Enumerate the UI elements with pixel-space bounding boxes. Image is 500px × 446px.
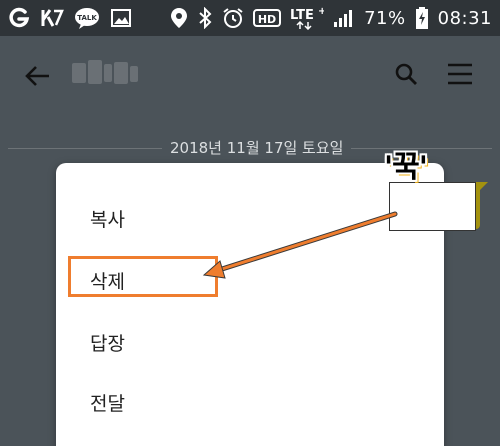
chat-title-blurred bbox=[72, 60, 140, 86]
chat-bubble-tail bbox=[476, 182, 488, 194]
delete-highlight-box bbox=[68, 256, 218, 297]
location-icon bbox=[170, 7, 188, 29]
back-button[interactable] bbox=[20, 58, 56, 94]
search-icon bbox=[395, 63, 417, 85]
press-callout-text: '꾹' bbox=[384, 150, 428, 185]
signal-icon bbox=[333, 8, 355, 28]
menu-item-copy[interactable]: 복사 bbox=[56, 187, 444, 249]
status-time: 08:31 bbox=[437, 7, 492, 29]
bluetooth-icon bbox=[197, 7, 213, 29]
menu-item-forward[interactable]: 전달 bbox=[56, 371, 444, 433]
battery-percent: 71% bbox=[364, 7, 406, 29]
talk-icon: TALK bbox=[74, 7, 100, 29]
alarm-icon bbox=[222, 7, 244, 29]
lte-icon: LTE + bbox=[290, 6, 324, 30]
gallery-icon bbox=[110, 8, 132, 28]
back-arrow-icon bbox=[25, 66, 49, 86]
menu-item-label: 답장 bbox=[90, 332, 125, 355]
screen: TALK HD LTE + 71% 08:31 2018년 11월 17일 토요… bbox=[0, 0, 500, 446]
status-bar: TALK HD LTE + 71% 08:31 bbox=[0, 0, 500, 36]
hd-icon-label: HD bbox=[258, 13, 276, 26]
app-bar bbox=[0, 36, 500, 112]
menu-button[interactable] bbox=[442, 56, 478, 92]
menu-item-label: 복사 bbox=[90, 208, 125, 231]
k-icon bbox=[40, 7, 64, 29]
menu-item-reply[interactable]: 답장 bbox=[56, 311, 444, 373]
g-icon bbox=[8, 7, 30, 29]
talk-icon-label: TALK bbox=[77, 14, 97, 22]
lte-label: LTE bbox=[290, 8, 314, 23]
lte-plus-label: + bbox=[318, 6, 324, 17]
hd-icon: HD bbox=[253, 7, 282, 29]
hamburger-menu-icon bbox=[448, 63, 472, 85]
menu-item-label: 전달 bbox=[90, 392, 125, 415]
context-menu: 복사 삭제 답장 전달 bbox=[56, 163, 444, 446]
press-callout-box bbox=[389, 182, 476, 231]
search-button[interactable] bbox=[388, 56, 424, 92]
status-bar-right: HD LTE + 71% 08:31 bbox=[170, 0, 492, 36]
battery-charging-icon bbox=[415, 6, 429, 30]
status-bar-left: TALK bbox=[8, 0, 132, 36]
date-divider-text: 2018년 11월 17일 토요일 bbox=[162, 136, 352, 160]
